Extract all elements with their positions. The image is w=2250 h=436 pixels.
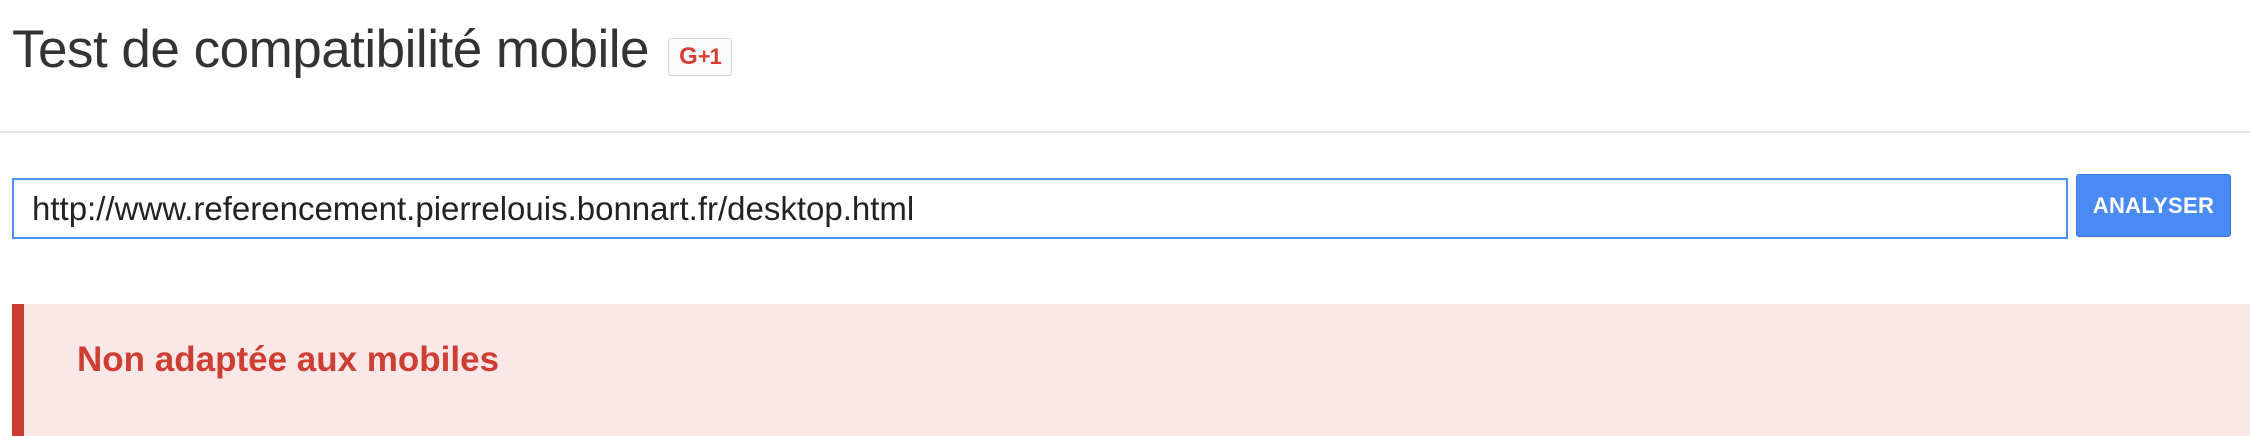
analyse-button[interactable]: ANALYSER: [2076, 174, 2231, 237]
google-plus-icon: G+1: [679, 43, 722, 71]
result-status-title: Non adaptée aux mobiles: [77, 340, 500, 379]
url-input[interactable]: [12, 178, 2068, 239]
google-plus-letter: G: [679, 43, 698, 70]
page-title: Test de compatibilité mobile: [12, 20, 650, 79]
page-header: Test de compatibilité mobile G+1: [0, 0, 2250, 133]
result-banner: Non adaptée aux mobiles: [12, 304, 2250, 436]
google-plus-one-button[interactable]: G+1: [668, 38, 732, 76]
google-plus-count: +1: [697, 44, 722, 69]
